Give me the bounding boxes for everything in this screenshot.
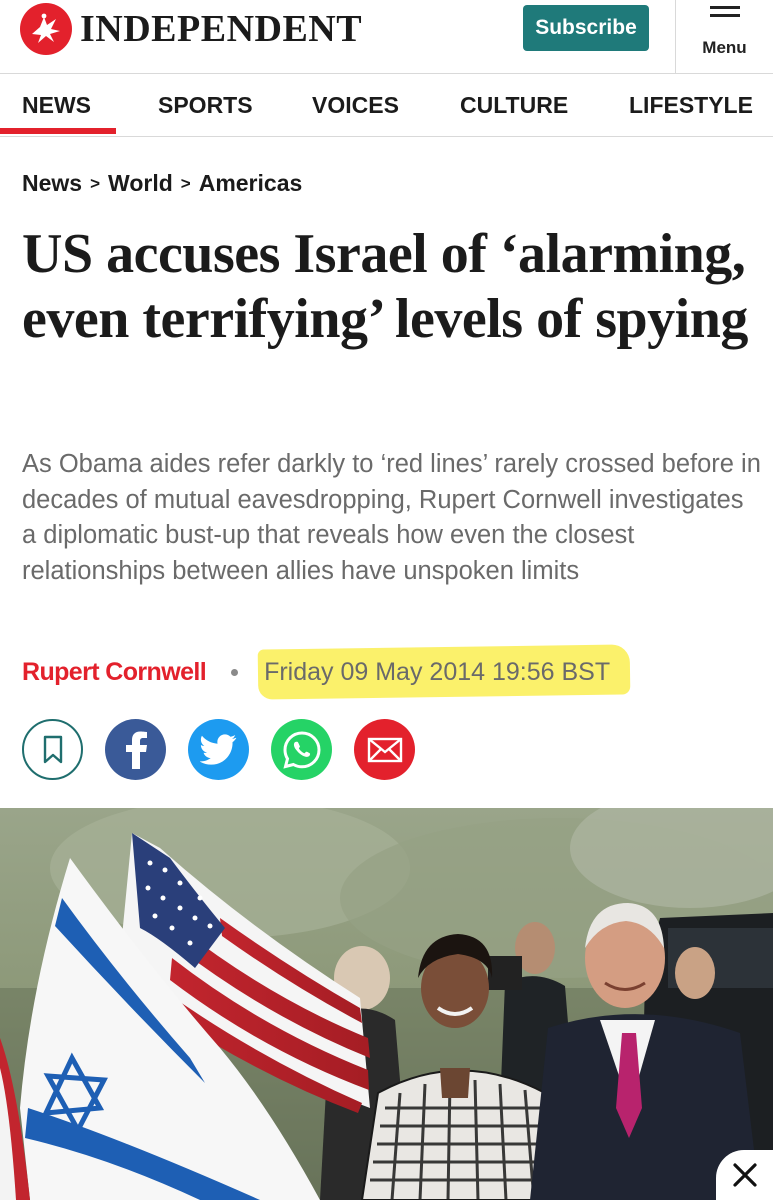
bookmark-button[interactable] bbox=[22, 719, 83, 780]
eagle-logo-icon bbox=[20, 3, 72, 55]
nav-item-culture[interactable]: CULTURE bbox=[460, 92, 568, 119]
breadcrumb-separator: > bbox=[90, 173, 101, 193]
menu-button[interactable]: Menu bbox=[676, 0, 773, 74]
breadcrumb: News > World > Americas bbox=[22, 170, 302, 197]
lead-photo-illustration bbox=[0, 808, 773, 1200]
whatsapp-share-button[interactable] bbox=[271, 719, 332, 780]
share-bar bbox=[22, 719, 437, 780]
whatsapp-icon bbox=[282, 730, 321, 769]
hamburger-icon bbox=[710, 6, 740, 26]
email-share-button[interactable] bbox=[354, 719, 415, 780]
site-header: INDEPENDENT Subscribe Menu bbox=[0, 0, 773, 74]
nav-item-voices[interactable]: VOICES bbox=[312, 92, 399, 119]
logo-wordmark: INDEPENDENT bbox=[80, 8, 363, 50]
twitter-share-button[interactable] bbox=[188, 719, 249, 780]
date-wrapper: Friday 09 May 2014 19:56 BST bbox=[257, 643, 631, 700]
publish-date: Friday 09 May 2014 19:56 BST bbox=[264, 657, 611, 686]
bookmark-icon bbox=[43, 735, 62, 763]
nav-item-lifestyle[interactable]: LIFESTYLE bbox=[629, 92, 753, 119]
breadcrumb-world[interactable]: World bbox=[108, 170, 173, 197]
author-link[interactable]: Rupert Cornwell bbox=[22, 658, 207, 687]
article-standfirst: As Obama aides refer darkly to ‘red line… bbox=[22, 450, 761, 585]
breadcrumb-news[interactable]: News bbox=[22, 170, 82, 197]
site-logo[interactable]: INDEPENDENT bbox=[20, 3, 362, 55]
facebook-share-button[interactable] bbox=[105, 719, 166, 780]
close-ad-button[interactable] bbox=[716, 1150, 773, 1200]
nav-item-news[interactable]: NEWS bbox=[22, 92, 91, 119]
byline: Rupert Cornwell Friday 09 May 2014 19:56… bbox=[22, 643, 631, 700]
twitter-icon bbox=[199, 733, 236, 765]
email-icon bbox=[367, 737, 402, 762]
breadcrumb-americas[interactable]: Americas bbox=[199, 170, 303, 197]
byline-dot bbox=[231, 668, 239, 676]
facebook-icon bbox=[125, 731, 147, 769]
article-headline: US accuses Israel of ‘alarming, even ter… bbox=[22, 223, 748, 350]
nav-item-sports[interactable]: SPORTS bbox=[158, 92, 253, 119]
subscribe-button[interactable]: Subscribe bbox=[523, 5, 649, 51]
close-icon bbox=[732, 1163, 757, 1187]
menu-label: Menu bbox=[702, 38, 747, 57]
breadcrumb-separator: > bbox=[180, 173, 191, 193]
article-lead-image bbox=[0, 808, 773, 1200]
nav-active-indicator bbox=[0, 128, 116, 134]
